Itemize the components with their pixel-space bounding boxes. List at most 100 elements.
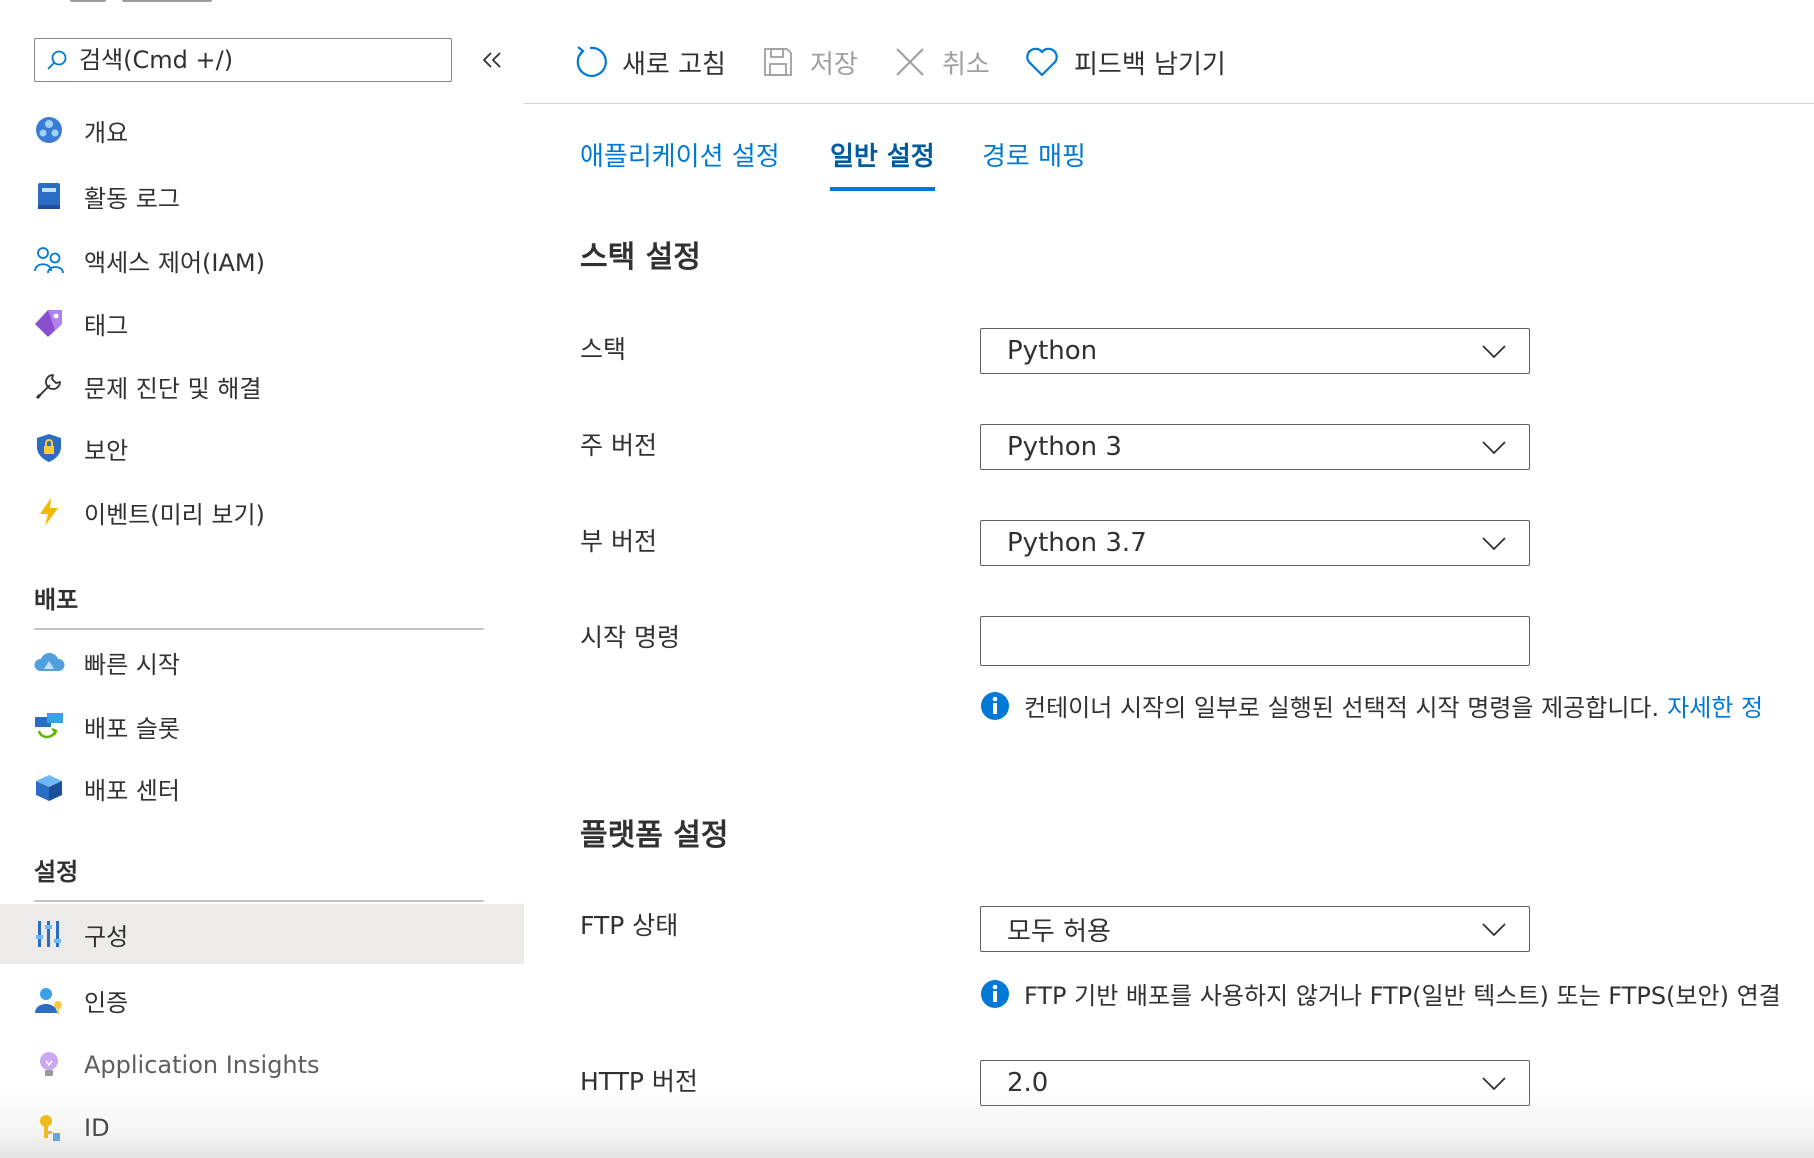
sidebar-item-label: 빠른 시작 xyxy=(84,650,180,679)
startup-command-input[interactable] xyxy=(980,616,1530,666)
discard-button[interactable]: 취소 xyxy=(892,38,990,86)
sidebar-item-events[interactable]: 이벤트(미리 보기) xyxy=(0,482,524,542)
sidebar-item-label: 배포 센터 xyxy=(84,776,180,805)
person-key-icon xyxy=(33,984,65,1016)
overview-icon xyxy=(33,114,65,146)
command-bar: 새로 고침 저장 취소 피드백 남기기 xyxy=(524,0,1814,104)
sidebar-item-tags[interactable]: 태그 xyxy=(0,293,524,353)
stack-settings-title: 스택 설정 xyxy=(580,240,701,275)
tab-path-mappings[interactable]: 경로 매핑 xyxy=(982,136,1086,187)
sidebar-item-label: 개요 xyxy=(84,118,129,147)
sidebar-item-identity[interactable]: ID xyxy=(0,1098,524,1158)
sidebar-item-activity-log[interactable]: 활동 로그 xyxy=(0,166,524,226)
save-button[interactable]: 저장 xyxy=(760,38,858,86)
http-version-value: 2.0 xyxy=(1007,1068,1049,1098)
learn-more-link[interactable]: 자세한 정 xyxy=(1667,688,1763,723)
key-icon xyxy=(33,1112,65,1144)
sidebar-item-overview[interactable]: 개요 xyxy=(0,100,524,160)
ftp-state-value: 모두 허용 xyxy=(1007,916,1111,947)
sidebar-item-label: 보안 xyxy=(84,436,129,465)
chevron-down-icon xyxy=(1482,1077,1506,1091)
sidebar-item-quickstart[interactable]: 빠른 시작 xyxy=(0,632,524,692)
chevron-down-icon xyxy=(1482,923,1506,937)
sidebar-item-deployment-center[interactable]: 배포 센터 xyxy=(0,758,524,818)
sidebar-item-application-insights[interactable]: Application Insights xyxy=(0,1035,524,1095)
sidebar-item-label: ID xyxy=(84,1114,110,1142)
feedback-button[interactable]: 피드백 남기기 xyxy=(1024,38,1226,86)
search-icon xyxy=(47,50,67,70)
platform-settings-title: 플랫폼 설정 xyxy=(580,818,729,853)
sidebar-item-label: 활동 로그 xyxy=(84,184,180,213)
cloud-quickstart-icon xyxy=(33,646,65,678)
sidebar-item-security[interactable]: 보안 xyxy=(0,418,524,478)
section-header-settings: 설정 xyxy=(34,858,79,886)
section-divider xyxy=(34,900,484,902)
http-version-dropdown[interactable]: 2.0 xyxy=(980,1060,1530,1106)
discard-label: 취소 xyxy=(942,49,990,80)
cube-icon xyxy=(33,772,65,804)
feedback-label: 피드백 남기기 xyxy=(1074,49,1226,80)
ftp-state-dropdown[interactable]: 모두 허용 xyxy=(980,906,1530,952)
minor-version-label: 부 버전 xyxy=(580,527,657,556)
lightbulb-icon xyxy=(33,1049,65,1081)
wrench-icon xyxy=(33,370,65,402)
minor-version-value: Python 3.7 xyxy=(1007,528,1147,558)
sidebar-item-label: 문제 진단 및 해결 xyxy=(84,374,262,403)
sidebar-item-label: 태그 xyxy=(84,311,129,340)
people-icon xyxy=(33,244,65,276)
shield-icon xyxy=(33,432,65,464)
sidebar-search[interactable] xyxy=(34,38,452,82)
http-version-label: HTTP 버전 xyxy=(580,1067,698,1096)
major-version-value: Python 3 xyxy=(1007,432,1122,462)
sidebar-item-label: 구성 xyxy=(84,922,129,951)
major-version-label: 주 버전 xyxy=(580,431,657,460)
sidebar-item-label: 인증 xyxy=(84,988,129,1017)
collapse-sidebar-button[interactable] xyxy=(478,46,506,74)
sidebar-item-label: 액세스 제어(IAM) xyxy=(84,248,265,277)
sidebar-item-configuration[interactable]: 구성 xyxy=(0,904,524,964)
refresh-icon xyxy=(572,44,608,80)
clipped-resource-title xyxy=(70,0,270,4)
sidebar-item-label: Application Insights xyxy=(84,1051,320,1079)
section-header-deployment: 배포 xyxy=(34,586,79,614)
major-version-dropdown[interactable]: Python 3 xyxy=(980,424,1530,470)
tab-application-settings[interactable]: 애플리케이션 설정 xyxy=(580,136,780,187)
startup-command-info: 컨테이너 시작의 일부로 실행된 선택적 시작 명령을 제공합니다. 자세한 정 xyxy=(980,688,1763,723)
sliders-icon xyxy=(33,918,65,950)
lightning-icon xyxy=(33,496,65,528)
stack-dropdown[interactable]: Python xyxy=(980,328,1530,374)
minor-version-dropdown[interactable]: Python 3.7 xyxy=(980,520,1530,566)
sidebar-item-diagnose[interactable]: 문제 진단 및 해결 xyxy=(0,356,524,416)
startup-command-label: 시작 명령 xyxy=(580,623,680,652)
sidebar-item-deployment-slots[interactable]: 배포 슬롯 xyxy=(0,696,524,756)
section-divider xyxy=(34,628,484,630)
heart-icon xyxy=(1024,44,1060,80)
sidebar: 개요 활동 로그 액세스 제어(IAM) xyxy=(0,0,524,1158)
refresh-button[interactable]: 새로 고침 xyxy=(572,38,726,86)
deployment-slots-icon xyxy=(33,710,65,742)
stack-value: Python xyxy=(1007,336,1098,366)
sidebar-item-authentication[interactable]: 인증 xyxy=(0,970,524,1030)
startup-command-info-text: 컨테이너 시작의 일부로 실행된 선택적 시작 명령을 제공합니다. xyxy=(1024,694,1660,722)
sidebar-item-label: 이벤트(미리 보기) xyxy=(84,500,265,529)
activity-log-icon xyxy=(33,180,65,212)
ftp-state-info-text: FTP 기반 배포를 사용하지 않거나 FTP(일반 텍스트) 또는 FTPS(… xyxy=(1024,982,1781,1010)
chevron-down-icon xyxy=(1482,537,1506,551)
search-input[interactable] xyxy=(77,45,451,75)
chevron-down-icon xyxy=(1482,345,1506,359)
info-icon xyxy=(981,979,1009,1008)
tab-general-settings[interactable]: 일반 설정 xyxy=(830,136,935,191)
save-label: 저장 xyxy=(810,49,858,80)
close-icon xyxy=(892,44,928,80)
info-icon xyxy=(981,691,1009,720)
sidebar-item-iam[interactable]: 액세스 제어(IAM) xyxy=(0,230,524,290)
ftp-state-info: FTP 기반 배포를 사용하지 않거나 FTP(일반 텍스트) 또는 FTPS(… xyxy=(980,976,1781,1011)
sidebar-item-label: 배포 슬롯 xyxy=(84,714,180,743)
tag-icon xyxy=(33,307,65,339)
chevron-down-icon xyxy=(1482,441,1506,455)
stack-label: 스택 xyxy=(580,335,627,364)
refresh-label: 새로 고침 xyxy=(622,49,726,80)
double-chevron-left-icon xyxy=(482,52,501,68)
ftp-state-label: FTP 상태 xyxy=(580,911,679,940)
save-icon xyxy=(760,44,796,80)
